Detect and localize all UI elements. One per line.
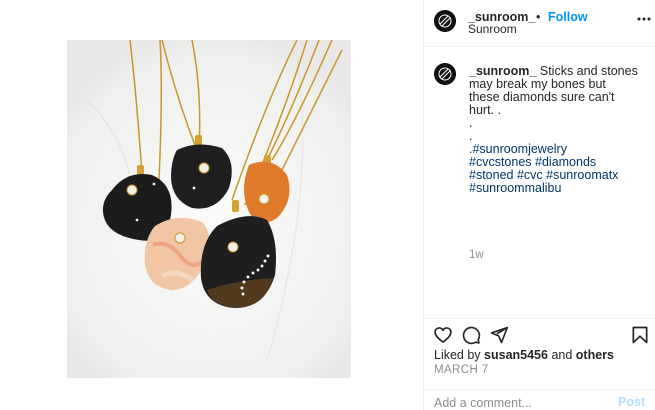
hashtag-link[interactable]: #cvc — [517, 168, 543, 182]
hashtag-link[interactable]: #sunroomatx — [546, 168, 618, 182]
caption-username-link[interactable]: _sunroom_ — [469, 64, 536, 78]
post-actions: Liked by susan5456 and others MARCH 7 Po… — [424, 318, 655, 410]
caption-area: _sunroom_ Sticks and stones may break my… — [424, 48, 655, 318]
header-separator: • — [536, 10, 541, 24]
post-photo[interactable] — [67, 40, 351, 378]
share-icon[interactable] — [489, 325, 509, 345]
hashtag-link[interactable]: #sunroommalibu — [469, 181, 561, 195]
post-media-pane — [0, 0, 423, 410]
liked-by-text: Liked by susan5456 and others — [434, 348, 614, 362]
comment-input[interactable] — [434, 395, 604, 410]
more-options-icon[interactable] — [637, 12, 651, 26]
comment-icon[interactable] — [461, 325, 481, 345]
hashtag-link[interactable]: #cvcstones — [469, 155, 532, 169]
hashtag-link[interactable]: #sunroomjewelry — [472, 142, 566, 156]
liked-by-prefix: Liked by — [434, 348, 485, 362]
post-date[interactable]: MARCH 7 — [434, 364, 489, 376]
caption-avatar[interactable] — [434, 63, 456, 85]
hashtag-link[interactable]: #diamonds — [535, 155, 596, 169]
caption-dot: . — [469, 116, 473, 130]
heart-icon[interactable] — [433, 325, 453, 345]
liked-by-user-link[interactable]: susan5456 — [484, 348, 548, 362]
hashtag-link[interactable]: #stoned — [469, 168, 513, 182]
caption-timestamp[interactable]: 1w — [469, 249, 484, 261]
sunroom-logo-icon — [434, 63, 456, 85]
post-header: _sunroom_ • Follow Sunroom — [424, 0, 655, 47]
comment-box: Post — [424, 389, 655, 410]
liked-by-and: and — [547, 348, 576, 362]
follow-button[interactable]: Follow — [548, 10, 588, 24]
location-link[interactable]: Sunroom — [468, 22, 517, 36]
liked-by-others-link[interactable]: others — [576, 348, 614, 362]
post-details-pane: _sunroom_ • Follow Sunroom _sunroom_ Sti… — [424, 0, 655, 410]
bookmark-icon[interactable] — [630, 325, 650, 345]
caption-line: hurt. . — [469, 103, 501, 117]
post-comment-button[interactable]: Post — [618, 395, 645, 409]
avatar[interactable] — [434, 10, 456, 32]
caption-line: Sticks and stones — [536, 64, 638, 78]
sunroom-logo-icon — [434, 10, 456, 32]
caption-text: _sunroom_ Sticks and stones may break my… — [469, 65, 651, 195]
